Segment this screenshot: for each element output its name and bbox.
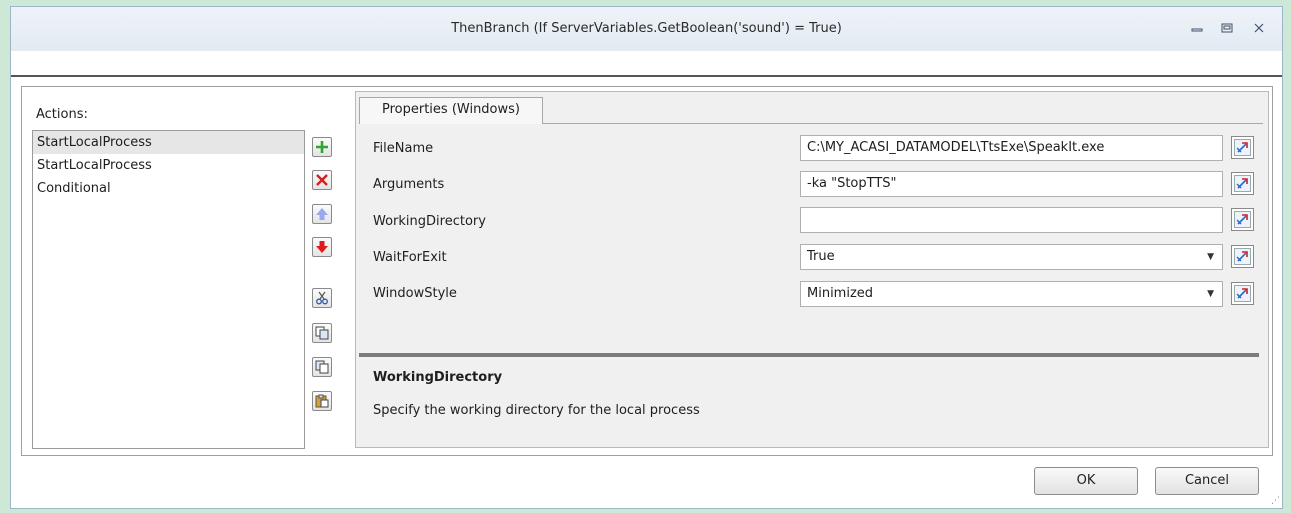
maximize-button[interactable] <box>1216 19 1238 37</box>
delete-icon <box>316 174 328 186</box>
list-item[interactable]: StartLocalProcess <box>33 154 304 177</box>
reset-filename-button[interactable] <box>1231 136 1254 159</box>
copy-icon <box>315 326 329 340</box>
arguments-field[interactable]: -ka "StopTTS" <box>800 171 1223 197</box>
actions-label: Actions: <box>36 107 88 122</box>
cancel-button[interactable]: Cancel <box>1155 467 1259 495</box>
move-up-button[interactable] <box>312 204 332 224</box>
filename-field[interactable]: C:\MY_ACASI_DATAMODEL\TtsExe\SpeakIt.exe <box>800 135 1223 161</box>
reset-icon <box>1234 285 1251 302</box>
paste-button[interactable] <box>312 391 332 411</box>
ok-button[interactable]: OK <box>1034 467 1138 495</box>
window-title: ThenBranch (If ServerVariables.GetBoolea… <box>451 21 842 36</box>
title-bar[interactable]: ThenBranch (If ServerVariables.GetBoolea… <box>11 7 1282 51</box>
duplicate-button[interactable] <box>312 357 332 377</box>
reset-windowstyle-button[interactable] <box>1231 282 1254 305</box>
copy-button[interactable] <box>312 323 332 343</box>
waitforexit-value: True <box>807 249 835 264</box>
property-label-windowstyle: WindowStyle <box>373 286 457 301</box>
waitforexit-select[interactable]: True ▼ <box>800 244 1223 270</box>
description-text: Specify the working directory for the lo… <box>373 403 700 418</box>
property-label-arguments: Arguments <box>373 177 445 192</box>
arrow-down-icon <box>316 241 328 253</box>
workingdirectory-field[interactable] <box>800 207 1223 233</box>
list-item[interactable]: Conditional <box>33 177 304 200</box>
duplicate-icon <box>315 360 329 374</box>
tab-properties-windows[interactable]: Properties (Windows) <box>359 97 543 124</box>
description-title: WorkingDirectory <box>373 370 503 385</box>
reset-icon <box>1234 211 1251 228</box>
minimize-icon <box>1191 28 1203 32</box>
reset-workingdirectory-button[interactable] <box>1231 208 1254 231</box>
cut-button[interactable] <box>312 288 332 308</box>
list-item[interactable]: StartLocalProcess <box>33 131 304 154</box>
main-panel: Actions: StartLocalProcess StartLocalPro… <box>21 86 1273 456</box>
actions-list[interactable]: StartLocalProcess StartLocalProcess Cond… <box>32 130 305 449</box>
minimize-button[interactable] <box>1186 19 1208 37</box>
property-label-waitforexit: WaitForExit <box>373 250 447 265</box>
scissors-icon <box>316 291 328 305</box>
delete-action-button[interactable] <box>312 170 332 190</box>
close-icon <box>1254 23 1264 33</box>
plus-icon <box>316 141 328 153</box>
reset-icon <box>1234 139 1251 156</box>
description-splitter[interactable] <box>359 353 1259 357</box>
windowstyle-value: Minimized <box>807 286 874 301</box>
reset-icon <box>1234 175 1251 192</box>
move-down-button[interactable] <box>312 237 332 257</box>
close-button[interactable] <box>1248 19 1270 37</box>
header-divider <box>11 75 1282 77</box>
chevron-down-icon[interactable]: ▼ <box>1207 282 1214 306</box>
chevron-down-icon[interactable]: ▼ <box>1207 245 1214 269</box>
arrow-up-icon <box>316 208 328 220</box>
paste-icon <box>315 394 329 408</box>
reset-icon <box>1234 248 1251 265</box>
dialog-window: ThenBranch (If ServerVariables.GetBoolea… <box>10 6 1283 509</box>
maximize-icon <box>1221 23 1233 33</box>
windowstyle-select[interactable]: Minimized ▼ <box>800 281 1223 307</box>
reset-arguments-button[interactable] <box>1231 172 1254 195</box>
add-action-button[interactable] <box>312 137 332 157</box>
property-label-filename: FileName <box>373 141 434 156</box>
reset-waitforexit-button[interactable] <box>1231 245 1254 268</box>
property-label-workingdirectory: WorkingDirectory <box>373 214 486 229</box>
resize-grip-icon[interactable]: ⋰ <box>1271 496 1280 506</box>
